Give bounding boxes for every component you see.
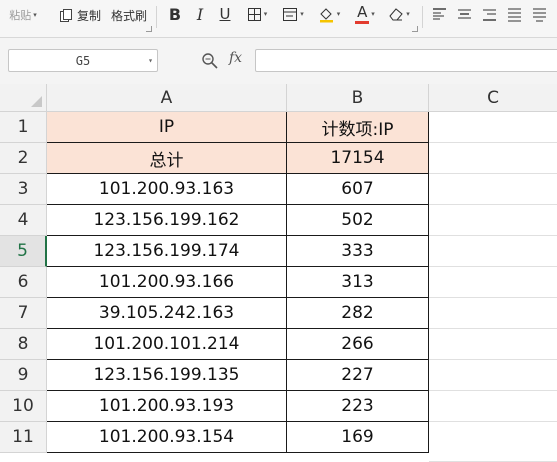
cell-c2[interactable] xyxy=(429,143,557,174)
name-box[interactable]: G5 ▾ xyxy=(8,49,158,72)
row-header[interactable]: 2 xyxy=(0,143,47,174)
row-header[interactable]: 10 xyxy=(0,391,47,422)
cell-a3[interactable]: 101.200.93.163 xyxy=(47,174,287,205)
cell-b6[interactable]: 313 xyxy=(287,267,429,298)
align-middle-icon xyxy=(457,7,472,22)
cell-c10[interactable] xyxy=(429,391,557,422)
paste-button[interactable]: 粘贴 ▾ xyxy=(0,2,46,28)
distribute-button[interactable] xyxy=(530,3,548,25)
cell-c8[interactable] xyxy=(429,329,557,360)
toolbar-divider xyxy=(156,6,157,28)
justify-icon xyxy=(507,7,522,22)
merge-cells-icon xyxy=(282,7,298,22)
merge-button[interactable]: ▾ xyxy=(278,3,308,25)
align-bottom-button[interactable] xyxy=(480,3,498,25)
cell-b10[interactable]: 223 xyxy=(287,391,429,422)
paste-label: 粘贴 xyxy=(9,9,32,22)
copy-label: 复制 xyxy=(76,8,101,23)
merge-dropdown-icon[interactable]: ▾ xyxy=(300,10,304,18)
row-header[interactable]: 11 xyxy=(0,422,47,453)
underline-button[interactable]: U xyxy=(216,3,234,25)
row-header[interactable]: 6 xyxy=(0,267,47,298)
cell-c11[interactable] xyxy=(429,422,557,462)
paint-bucket-icon xyxy=(318,6,335,23)
select-all-triangle-icon xyxy=(31,96,42,107)
clear-dropdown-icon[interactable]: ▾ xyxy=(406,10,410,18)
align-left-button[interactable] xyxy=(430,3,448,25)
insert-function-button[interactable]: fx xyxy=(229,50,242,66)
clear-button[interactable]: ▾ xyxy=(384,3,414,25)
cell-b5[interactable]: 333 xyxy=(287,236,429,267)
fill-color-dropdown-icon[interactable]: ▾ xyxy=(337,10,341,18)
name-box-dropdown-icon[interactable]: ▾ xyxy=(148,56,153,65)
cell-c4[interactable] xyxy=(429,205,557,236)
copy-icon xyxy=(59,8,74,23)
cell-b9[interactable]: 227 xyxy=(287,360,429,391)
bold-button[interactable]: B xyxy=(166,3,184,25)
ribbon-toolbar: 粘贴 ▾ 复制 格式刷 B I U ▾ ▾ ▾ A ▾ ▾ xyxy=(0,0,557,38)
cell-c3[interactable] xyxy=(429,174,557,205)
cell-a10[interactable]: 101.200.93.193 xyxy=(47,391,287,422)
cell-a4[interactable]: 123.156.199.162 xyxy=(47,205,287,236)
font-group-expander-icon[interactable] xyxy=(412,26,418,32)
cell-a5[interactable]: 123.156.199.174 xyxy=(47,236,287,267)
paste-dropdown-icon[interactable]: ▾ xyxy=(33,11,37,19)
font-color-dropdown-icon[interactable]: ▾ xyxy=(371,10,375,18)
row-header[interactable]: 9 xyxy=(0,360,47,391)
cell-a2[interactable]: 总计 xyxy=(47,143,287,174)
cell-b4[interactable]: 502 xyxy=(287,205,429,236)
eraser-icon xyxy=(388,6,404,22)
row-header[interactable]: 3 xyxy=(0,174,47,205)
align-bottom-right-icon xyxy=(482,7,497,22)
clipboard-group-expander-icon[interactable] xyxy=(146,26,152,32)
distribute-icon xyxy=(532,7,547,22)
cell-c1[interactable] xyxy=(429,112,557,143)
copy-button[interactable]: 复制 xyxy=(56,2,104,28)
fill-color-button[interactable]: ▾ xyxy=(312,3,346,25)
font-color-glyph: A xyxy=(357,2,368,21)
row-header[interactable]: 4 xyxy=(0,205,47,236)
cell-b7[interactable]: 282 xyxy=(287,298,429,329)
cell-c9[interactable] xyxy=(429,360,557,391)
cell-c5[interactable] xyxy=(429,236,557,267)
cell-c7[interactable] xyxy=(429,298,557,329)
row-header-active[interactable]: 5 xyxy=(0,236,47,267)
cell-a11[interactable]: 101.200.93.154 xyxy=(47,422,287,453)
cell-a6[interactable]: 101.200.93.166 xyxy=(47,267,287,298)
zoom-search-icon[interactable] xyxy=(201,52,219,70)
cell-c6[interactable] xyxy=(429,267,557,298)
row-header[interactable]: 1 xyxy=(0,112,47,143)
cell-b3[interactable]: 607 xyxy=(287,174,429,205)
column-header-a[interactable]: A xyxy=(47,84,287,112)
font-color-swatch xyxy=(355,20,370,24)
borders-icon xyxy=(247,7,262,22)
cell-a1[interactable]: IP xyxy=(47,112,287,143)
formula-bar: G5 ▾ fx xyxy=(0,38,557,86)
cell-a9[interactable]: 123.156.199.135 xyxy=(47,360,287,391)
italic-button[interactable]: I xyxy=(192,3,208,25)
row-header[interactable]: 7 xyxy=(0,298,47,329)
row-header[interactable]: 8 xyxy=(0,329,47,360)
align-top-left-icon xyxy=(432,7,447,22)
cell-b8[interactable]: 266 xyxy=(287,329,429,360)
cell-a8[interactable]: 101.200.101.214 xyxy=(47,329,287,360)
select-all-corner[interactable] xyxy=(0,84,47,112)
cell-a7[interactable]: 39.105.242.163 xyxy=(47,298,287,329)
column-header-b[interactable]: B xyxy=(287,84,429,112)
format-painter-button[interactable]: 格式刷 xyxy=(108,2,150,28)
justify-button[interactable] xyxy=(505,3,523,25)
font-color-button[interactable]: A ▾ xyxy=(350,3,380,25)
cell-b2[interactable]: 17154 xyxy=(287,143,429,174)
name-box-value: G5 xyxy=(75,53,91,68)
align-middle-button[interactable] xyxy=(455,3,473,25)
column-header-c[interactable]: C xyxy=(429,84,557,112)
formula-input[interactable] xyxy=(255,49,557,72)
format-painter-label: 格式刷 xyxy=(110,8,147,23)
cell-b11[interactable]: 169 xyxy=(287,422,429,453)
cell-b1[interactable]: 计数项:IP xyxy=(287,112,429,143)
toolbar-divider xyxy=(422,6,423,28)
borders-button[interactable]: ▾ xyxy=(242,3,272,25)
borders-dropdown-icon[interactable]: ▾ xyxy=(264,10,268,18)
